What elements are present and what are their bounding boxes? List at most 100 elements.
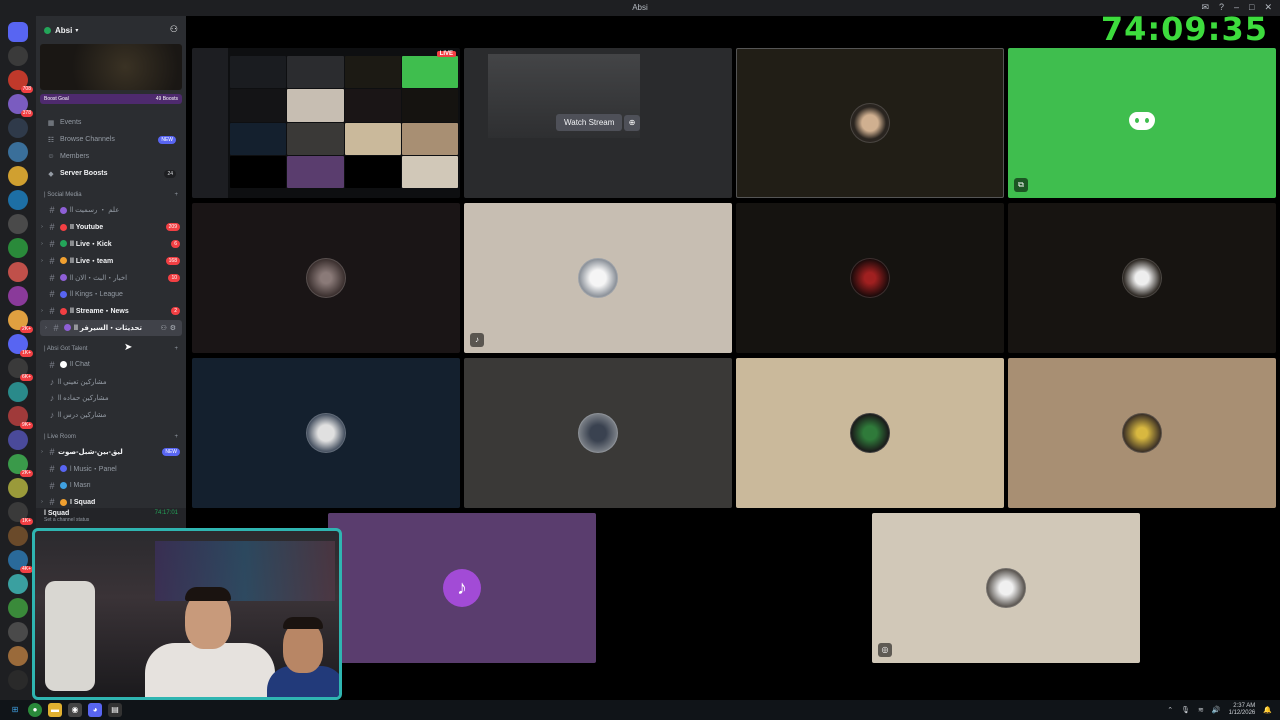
volume-icon[interactable]: 🔊: [1212, 706, 1221, 714]
server-icon[interactable]: [8, 214, 28, 234]
watch-stream-button[interactable]: Watch Stream: [556, 114, 623, 131]
channel-category[interactable]: | Social Media +: [36, 188, 186, 202]
system-clock[interactable]: 2:37 AM 1/12/2026: [1229, 703, 1256, 717]
gear-icon[interactable]: ⚙: [170, 324, 176, 332]
discord-icon[interactable]: ◕: [88, 703, 102, 717]
channel-item[interactable]: › # ليق-بين-شبل-صوت NEW: [36, 444, 186, 461]
unread-badge: 378: [20, 110, 33, 117]
participant-tile[interactable]: [464, 358, 732, 508]
server-icon[interactable]: 1K+: [8, 334, 33, 357]
server-icon[interactable]: [8, 526, 28, 546]
nav-item-browse-channels[interactable]: ☷ Browse Channels NEW: [36, 131, 186, 148]
start-icon[interactable]: ⊞: [8, 703, 22, 717]
participant-tile[interactable]: [736, 203, 1004, 353]
server-icon[interactable]: [8, 142, 28, 162]
server-icon[interactable]: [8, 118, 28, 138]
screen-share-tile[interactable]: LIVE: [192, 48, 460, 198]
participant-tile[interactable]: [192, 358, 460, 508]
server-icon[interactable]: [8, 238, 28, 258]
server-icon[interactable]: 6K+: [8, 358, 33, 381]
browser-icon[interactable]: ●: [28, 703, 42, 717]
channel-category[interactable]: | Live Room +: [36, 430, 186, 444]
server-icon[interactable]: [8, 598, 28, 618]
participant-tile[interactable]: [192, 203, 460, 353]
add-channel-icon[interactable]: +: [174, 434, 178, 440]
hash-icon: #: [49, 222, 55, 233]
voice-timer: 74:17:01: [154, 510, 178, 516]
speaker-icon: ♪: [49, 393, 55, 404]
server-icon[interactable]: [8, 166, 28, 186]
invite-icon[interactable]: ⚇: [160, 324, 166, 332]
channel-item[interactable]: ♪ ll مشاركين درس: [36, 407, 186, 424]
server-icon[interactable]: 378: [8, 94, 33, 117]
nav-item-label: Members: [60, 153, 90, 160]
server-icon[interactable]: 2K+: [8, 310, 33, 333]
nav-item-events[interactable]: ▦ Events: [36, 114, 186, 131]
participant-tile[interactable]: ◎: [872, 513, 1140, 663]
channel-item[interactable]: › # ll Live・Kick 6: [36, 236, 186, 253]
participant-tile[interactable]: [1008, 203, 1276, 353]
microphone-icon[interactable]: 🎙: [1181, 706, 1190, 714]
server-icon[interactable]: 9K+: [8, 406, 33, 429]
server-icon[interactable]: [8, 574, 28, 594]
server-icon[interactable]: [8, 646, 28, 666]
channel-item[interactable]: › # ll Live・team 168: [36, 252, 186, 269]
boost-goal-bar[interactable]: Boost Goal 49 Boosts: [40, 94, 182, 104]
voice-channel-status[interactable]: Set a channel status: [44, 517, 178, 523]
participant-tile[interactable]: [736, 48, 1004, 198]
channel-name: ll اخبار・البث・الان: [70, 274, 128, 282]
app-icon[interactable]: ▤: [108, 703, 122, 717]
participant-tile[interactable]: ⧉: [1008, 48, 1276, 198]
boost-goal-label: Boost Goal: [44, 96, 69, 102]
voice-status-panel[interactable]: l Squad 74:17:01 Set a channel status: [36, 508, 186, 530]
add-channel-icon[interactable]: +: [174, 346, 178, 352]
server-icon[interactable]: [8, 430, 28, 450]
channel-category[interactable]: | Absi Got Talent +: [36, 342, 186, 356]
server-icon[interactable]: [8, 22, 28, 42]
stream-preview-tile[interactable]: Watch Stream ⊕: [464, 48, 732, 198]
channel-name: ll Live・team: [70, 257, 114, 265]
server-header[interactable]: Absi ▾ ⚇: [36, 16, 186, 44]
participant-tile[interactable]: [1008, 358, 1276, 508]
watch-together-icon[interactable]: ⊕: [624, 115, 640, 131]
channel-item[interactable]: › # ll تحديثات・السيرفر ⚇ ⚙: [40, 319, 182, 337]
server-icon[interactable]: 1K+: [8, 502, 33, 525]
server-icon[interactable]: [8, 286, 28, 306]
add-channel-icon[interactable]: +: [174, 192, 178, 198]
avatar: [850, 413, 890, 453]
channel-item[interactable]: ♪ ll مشاركين حماده: [36, 390, 186, 407]
chevron-right-icon: ›: [41, 240, 43, 247]
channel-item[interactable]: # ll Kings・League: [36, 286, 186, 303]
server-icon[interactable]: [8, 262, 28, 282]
file-explorer-icon[interactable]: ▬: [48, 703, 62, 717]
invite-icon[interactable]: ⚇: [170, 24, 178, 35]
hash-icon: #: [49, 238, 55, 249]
server-icon[interactable]: 4K+: [8, 550, 33, 573]
server-icon[interactable]: [8, 622, 28, 642]
channel-item[interactable]: # ll Chat: [36, 356, 186, 373]
server-icon[interactable]: [8, 382, 28, 402]
channel-name: ll مشاركين تعيني: [58, 378, 107, 386]
channel-item[interactable]: # l Masri: [36, 477, 186, 494]
wifi-icon[interactable]: ≋: [1198, 706, 1204, 714]
server-icon[interactable]: [8, 670, 28, 690]
channel-item[interactable]: # ll اخبار・البث・الان 10: [36, 269, 186, 286]
channel-item[interactable]: ♪ ll مشاركين تعيني: [36, 373, 186, 390]
server-icon[interactable]: [8, 46, 28, 66]
nav-item-server-boosts[interactable]: ◆ Server Boosts 24: [36, 165, 186, 182]
server-icon[interactable]: 708: [8, 70, 33, 93]
chevron-up-icon[interactable]: ⌃: [1167, 706, 1173, 714]
channel-item[interactable]: › # ll Streame・News 2: [36, 303, 186, 320]
participant-tile[interactable]: ♪: [464, 203, 732, 353]
participant-tile[interactable]: [736, 358, 1004, 508]
nav-item-members[interactable]: ☺ Members: [36, 148, 186, 165]
server-icon[interactable]: [8, 478, 28, 498]
channel-item[interactable]: # ll علم ・ رسميت: [36, 202, 186, 219]
server-icon[interactable]: [8, 190, 28, 210]
notification-icon[interactable]: 🔔: [1263, 706, 1272, 714]
obs-icon[interactable]: ◉: [68, 703, 82, 717]
participant-tile[interactable]: ♪: [328, 513, 596, 663]
server-icon[interactable]: 2K+: [8, 454, 33, 477]
channel-item[interactable]: › # ll Youtube 209: [36, 219, 186, 236]
channel-item[interactable]: # l Music・Panel: [36, 460, 186, 477]
